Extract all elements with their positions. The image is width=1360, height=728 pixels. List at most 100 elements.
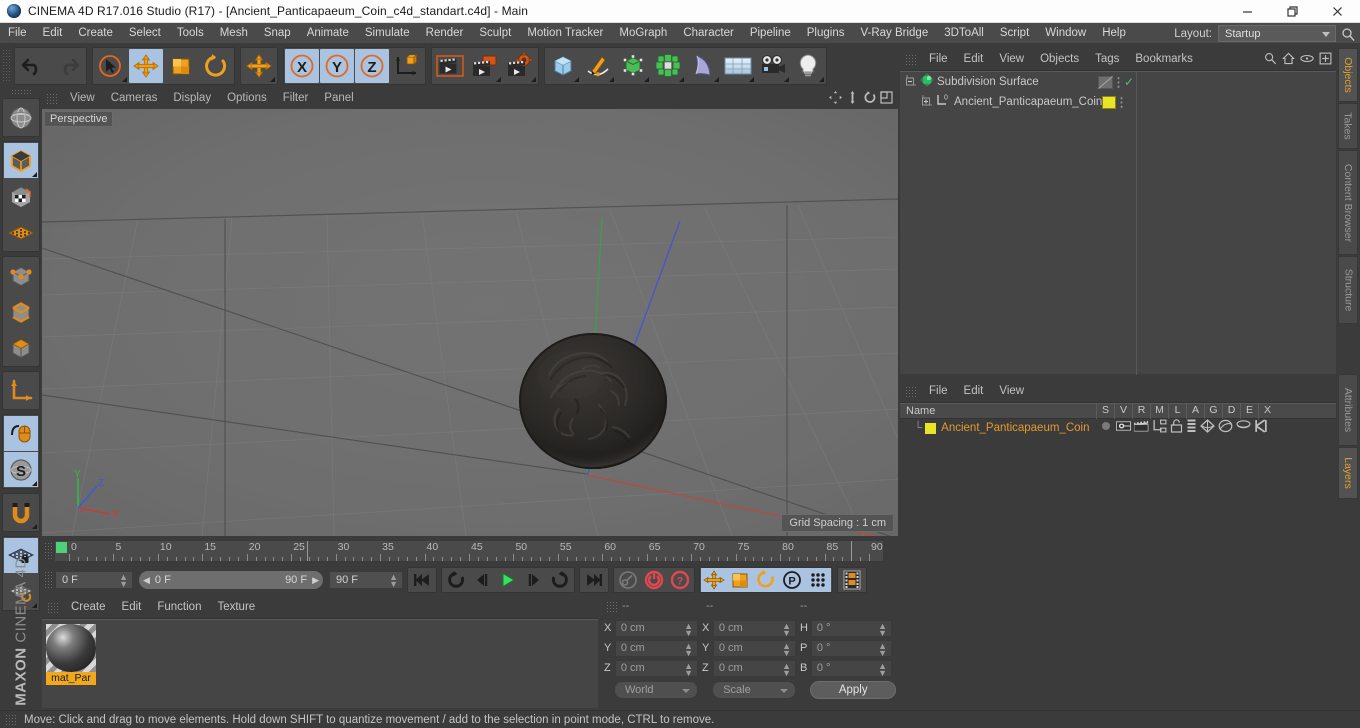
model-mode-button[interactable] xyxy=(4,143,38,178)
add-cube-button[interactable] xyxy=(546,49,580,83)
menu-item-select[interactable]: Select xyxy=(121,23,169,44)
frame-range-slider[interactable]: ◀ 0 F 90 F ▶ xyxy=(139,571,323,589)
record-button[interactable] xyxy=(641,568,667,592)
polygons-mode-button[interactable] xyxy=(4,330,38,365)
object-row-ancient-coin[interactable]: 0 Ancient_Panticapaeum_Coin xyxy=(900,92,1336,112)
add-nurbs-button[interactable] xyxy=(616,49,650,83)
layers-menu-view[interactable]: View xyxy=(991,380,1032,403)
object-row-subdivision-surface[interactable]: Subdivision Surface ✓ xyxy=(900,72,1336,92)
vtab-layers[interactable]: Layers xyxy=(1338,447,1358,499)
eye-visible-icon[interactable] xyxy=(1116,419,1131,438)
menu-item-vray-bridge[interactable]: V-Ray Bridge xyxy=(852,23,936,44)
xref-icon[interactable] xyxy=(1254,418,1268,438)
menu-item-plugins[interactable]: Plugins xyxy=(799,23,853,44)
spinner-icon[interactable]: ▲ ▼ xyxy=(782,661,791,677)
expander-minus-icon[interactable] xyxy=(906,73,917,91)
solo-dot-icon[interactable] xyxy=(1099,419,1113,438)
coord-field-rot-p[interactable]: 0 ° ▲ ▼ xyxy=(810,639,893,657)
viewport-3d-canvas[interactable]: Perspective Grid Spacing : 1 cm Y X Z xyxy=(42,109,898,536)
play-reverse-rewind-button[interactable] xyxy=(443,568,469,592)
play-button[interactable] xyxy=(495,568,521,592)
coordinates-grip[interactable] xyxy=(606,600,617,612)
column-header-v[interactable]: V xyxy=(1114,403,1132,419)
layer-color-swatch[interactable] xyxy=(925,422,937,434)
lock-open-icon[interactable] xyxy=(1170,418,1183,438)
transform-mode-dropdown[interactable]: Scale xyxy=(712,681,797,699)
timeline-current-frame-marker[interactable] xyxy=(56,542,67,553)
texture-mode-button[interactable] xyxy=(4,179,38,214)
column-header-d[interactable]: D xyxy=(1222,403,1240,419)
material-menu-create[interactable]: Create xyxy=(63,596,114,619)
render-settings-button[interactable] xyxy=(503,49,537,83)
menu-item-help[interactable]: Help xyxy=(1094,23,1134,44)
coord-system-dropdown[interactable]: World xyxy=(614,681,699,699)
menu-item-sculpt[interactable]: Sculpt xyxy=(471,23,519,44)
column-header-g[interactable]: G xyxy=(1204,403,1222,419)
menu-item-simulate[interactable]: Simulate xyxy=(357,23,418,44)
enable-axis-button[interactable] xyxy=(4,416,38,451)
menu-item-mograph[interactable]: MoGraph xyxy=(611,23,675,44)
vtab-structure[interactable]: Structure xyxy=(1338,256,1358,324)
viewport-view-label[interactable]: Perspective xyxy=(44,111,114,127)
max-frame-field[interactable]: 90 F ▲ ▼ xyxy=(329,571,403,589)
menu-item-script[interactable]: Script xyxy=(992,23,1037,44)
rotate-tool[interactable] xyxy=(199,49,233,83)
key-parameter-button[interactable]: P xyxy=(779,568,805,592)
material-item[interactable]: mat_Par xyxy=(46,624,96,686)
object-menu-edit[interactable]: Edit xyxy=(956,48,992,71)
object-menu-objects[interactable]: Objects xyxy=(1032,48,1087,71)
generator-icon[interactable] xyxy=(1200,418,1215,438)
coord-field-pos-x[interactable]: 0 cm ▲ ▼ xyxy=(614,619,698,637)
viewport-menu-view[interactable]: View xyxy=(62,88,103,109)
autokeying-button[interactable]: ? xyxy=(667,568,693,592)
menu-item-pipeline[interactable]: Pipeline xyxy=(742,23,799,44)
coord-field-pos-z[interactable]: 0 cm ▲ ▼ xyxy=(614,659,698,677)
material-tag-icon[interactable] xyxy=(1102,95,1116,109)
layout-dropdown[interactable]: Startup xyxy=(1218,25,1336,42)
spinner-icon[interactable]: ▲ ▼ xyxy=(782,621,791,637)
viewport-menu-filter[interactable]: Filter xyxy=(275,88,317,109)
menu-item-character[interactable]: Character xyxy=(675,23,742,44)
material-menu-edit[interactable]: Edit xyxy=(114,596,150,619)
spinner-icon[interactable]: ▲ ▼ xyxy=(878,621,887,637)
menu-item-animate[interactable]: Animate xyxy=(299,23,357,44)
menu-item-create[interactable]: Create xyxy=(70,23,121,44)
coord-field-size-y[interactable]: 0 cm ▲ ▼ xyxy=(712,639,796,657)
menu-item-tools[interactable]: Tools xyxy=(169,23,212,44)
undo-button[interactable] xyxy=(16,49,50,83)
add-deformer-button[interactable] xyxy=(686,49,720,83)
range-left-arrow-icon[interactable]: ◀ xyxy=(143,575,150,586)
viewport-rotate-icon[interactable] xyxy=(863,91,876,109)
autokey-button[interactable] xyxy=(615,568,641,592)
range-right-arrow-icon[interactable]: ▶ xyxy=(312,575,319,586)
material-menu-texture[interactable]: Texture xyxy=(209,596,263,619)
add-spline-button[interactable] xyxy=(581,49,615,83)
step-back-button[interactable] xyxy=(469,568,495,592)
maximize-button[interactable] xyxy=(1270,0,1315,23)
lock-y-button[interactable]: Y xyxy=(320,49,354,83)
layers-menu-edit[interactable]: Edit xyxy=(956,380,992,403)
material-list[interactable]: mat_Par xyxy=(42,619,598,708)
object-menu-tags[interactable]: Tags xyxy=(1087,48,1127,71)
search-icon[interactable] xyxy=(1264,52,1277,70)
left-palette-grip[interactable] xyxy=(11,89,31,96)
soft-selection-button[interactable]: S xyxy=(4,452,38,487)
transport-grip[interactable] xyxy=(44,571,53,589)
spinner-icon[interactable]: ▲ ▼ xyxy=(684,661,693,677)
render-view-button[interactable] xyxy=(433,49,467,83)
edges-mode-button[interactable] xyxy=(4,294,38,329)
status-bar-grip[interactable] xyxy=(5,714,16,725)
timeline-playhead-30[interactable] xyxy=(307,541,308,561)
coord-field-rot-h[interactable]: 0 ° ▲ ▼ xyxy=(810,619,893,637)
vtab-objects[interactable]: Objects xyxy=(1338,48,1358,102)
play-forward-button[interactable] xyxy=(547,568,573,592)
apply-button[interactable]: Apply xyxy=(810,681,896,699)
layer-row[interactable]: └ Ancient_Panticapaeum_Coin xyxy=(900,418,1336,438)
move-mode-button[interactable] xyxy=(242,49,276,83)
deformer-icon[interactable] xyxy=(1218,419,1233,438)
coord-field-size-z[interactable]: 0 cm ▲ ▼ xyxy=(712,659,796,677)
toolbar-grip[interactable] xyxy=(2,49,11,83)
world-coordinate-button[interactable] xyxy=(390,49,424,83)
add-camera-button[interactable] xyxy=(756,49,790,83)
scale-tool[interactable] xyxy=(164,49,198,83)
